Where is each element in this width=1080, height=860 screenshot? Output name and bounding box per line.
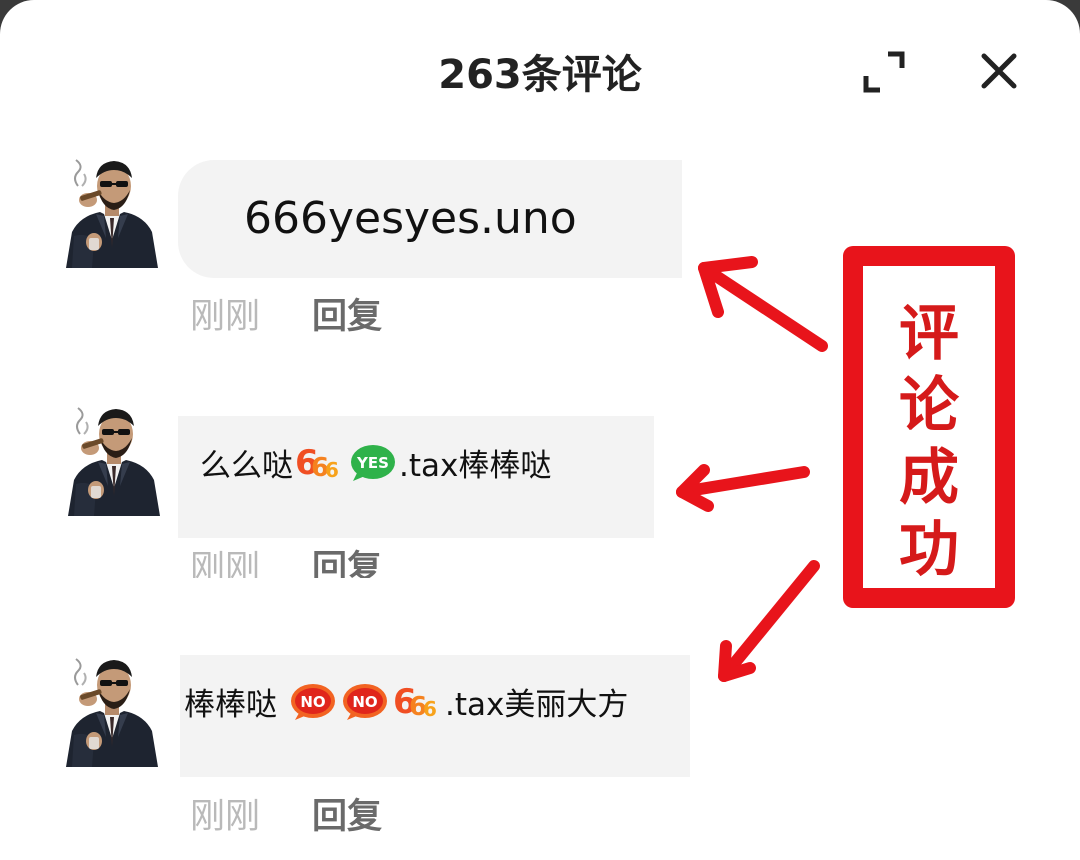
comment-success-callout: 评 论 成 功 [843,246,1015,608]
callout-char: 功 [899,515,959,585]
comments-sheet: 263条评论 666yesyes.uno 刚刚 回复 么么哒 .tax棒棒哒 刚刚… [0,0,1080,860]
callout-char: 成 [899,443,959,513]
arrow-to-comment-3 [718,560,820,682]
callout-char: 论 [899,371,959,441]
callout-char: 评 [899,299,959,369]
